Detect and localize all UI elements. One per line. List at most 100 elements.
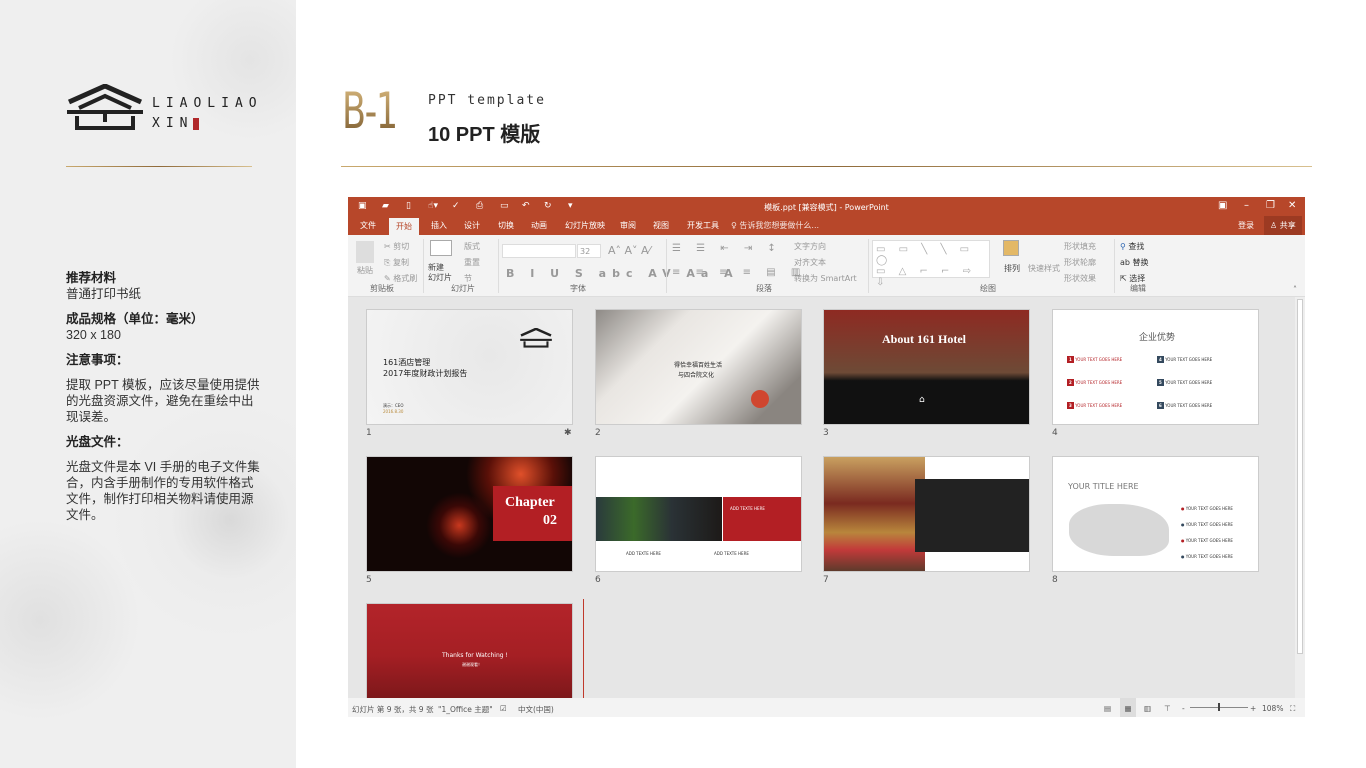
align-icons[interactable]: ≡ ≡ ≡ ≡ ▤ ▥ bbox=[672, 267, 806, 278]
material-title: 推荐材料 bbox=[66, 271, 117, 285]
ribbon: 粘贴 ✂ 剪切 ⎘ 复制 ✎ 格式刷 剪贴板 新建 幻灯片 版式 重置 节 幻灯… bbox=[348, 235, 1305, 297]
brand-name: LIAOLIAO XIN bbox=[152, 94, 263, 134]
slide-thumbnail-5[interactable]: Chapter 02 bbox=[366, 456, 573, 572]
copy-button[interactable]: ⎘ 复制 bbox=[384, 257, 409, 268]
slide-number: 2 bbox=[595, 428, 601, 438]
slide-photo bbox=[596, 497, 722, 541]
slide-thumbnail-8[interactable]: YOUR TITLE HERE ● YOUR TEXT GOES HERE ● … bbox=[1052, 456, 1259, 572]
tab-developer[interactable]: 开发工具 bbox=[687, 220, 719, 231]
slide-thumbnail-2[interactable]: 得恰幸福百姓生活 与四合院文化 bbox=[595, 309, 802, 425]
shape-outline-button[interactable]: 形状轮廓 bbox=[1064, 257, 1096, 268]
tab-view[interactable]: 视图 bbox=[653, 220, 669, 231]
slide-red-box bbox=[723, 497, 801, 541]
slide-subheading: ADD TEXTE HERE bbox=[714, 551, 749, 556]
slide-title: 企业优势 bbox=[1139, 333, 1176, 343]
fit-slide-icon[interactable]: ⛶ bbox=[1290, 704, 1295, 714]
zoom-out-icon[interactable]: - bbox=[1182, 704, 1185, 713]
zoom-level[interactable]: 108% bbox=[1262, 704, 1283, 713]
slide-sorter-view-icon[interactable]: ▦ bbox=[1120, 698, 1136, 717]
section-code: B-1 bbox=[342, 82, 398, 140]
zoom-in-icon[interactable]: + bbox=[1250, 704, 1256, 713]
slide-thumbnail-1[interactable]: 161酒店管理 2017年度财政计划报告 演示：CEO 2016.8.30 bbox=[366, 309, 573, 425]
quick-styles-button[interactable]: 快速样式 bbox=[1028, 263, 1060, 274]
ribbon-display-icon[interactable]: ▣ bbox=[1218, 200, 1227, 211]
format-painter-label: 格式刷 bbox=[393, 274, 418, 283]
tab-review[interactable]: 审阅 bbox=[620, 220, 636, 231]
paste-button[interactable]: 粘贴 bbox=[357, 265, 373, 276]
slide-thumbnail-7[interactable] bbox=[823, 456, 1030, 572]
tab-insert[interactable]: 插入 bbox=[431, 220, 447, 231]
group-clipboard: 剪贴板 bbox=[370, 284, 394, 293]
slide-thumbnail-6[interactable]: ADD TEXTE HERE ADD TEXTE HERE ADD TEXTE … bbox=[595, 456, 802, 572]
slide-title: 得恰幸福百姓生活 bbox=[674, 362, 723, 369]
tab-design[interactable]: 设计 bbox=[464, 220, 480, 231]
animation-star-icon: ✱ bbox=[564, 428, 572, 438]
slide-heading: ADD TEXTE HERE bbox=[730, 506, 765, 511]
brand-line-2: XIN bbox=[152, 116, 194, 131]
arrange-icon[interactable] bbox=[1003, 240, 1019, 256]
restore-icon[interactable]: ❐ bbox=[1266, 200, 1275, 211]
slide-thumbnail-9[interactable]: Thanks for Watching ! 谢谢观看！ bbox=[366, 603, 573, 698]
collapse-ribbon-icon[interactable]: ˄ bbox=[1293, 285, 1297, 294]
list-icons[interactable]: ☰ ☰ ⇤ ⇥ ↕ bbox=[672, 243, 782, 254]
pavilion-logo-icon bbox=[67, 84, 143, 130]
cut-button[interactable]: ✂ 剪切 bbox=[384, 241, 409, 252]
scrollbar-thumb[interactable] bbox=[1297, 299, 1303, 654]
slide-number: 6 bbox=[595, 575, 601, 585]
spellcheck-icon[interactable]: ☑ bbox=[500, 704, 507, 713]
normal-view-icon[interactable]: ▤ bbox=[1104, 704, 1111, 713]
reading-view-icon[interactable]: ▥ bbox=[1144, 704, 1151, 713]
slide-thumbnail-4[interactable]: 企业优势 1 YOUR TEXT GOES HERE 2 YOUR TEXT G… bbox=[1052, 309, 1259, 425]
font-size-icons[interactable]: A˄ A˅ A⁄ bbox=[608, 244, 650, 257]
header-divider bbox=[341, 166, 1312, 167]
vertical-scrollbar[interactable] bbox=[1295, 297, 1305, 698]
replace-button[interactable]: ab 替换 bbox=[1120, 257, 1149, 268]
slide-count: 幻灯片 第 9 张，共 9 张 bbox=[352, 705, 434, 714]
slideshow-view-icon[interactable]: ⊤ bbox=[1164, 704, 1171, 713]
left-panel: LIAOLIAO XIN 推荐材料 普通打印书纸 成品规格（单位：毫米） 320 x… bbox=[0, 0, 296, 768]
close-icon[interactable]: ✕ bbox=[1288, 200, 1296, 211]
tell-me-text: 告诉我您想要做什么... bbox=[739, 221, 820, 230]
slide-number: 5 bbox=[366, 575, 372, 585]
slide-number: 3 bbox=[823, 428, 829, 438]
notes-title: 注意事项： bbox=[66, 353, 129, 367]
find-button[interactable]: ⚲ 查找 bbox=[1120, 241, 1144, 252]
text-direction-button[interactable]: 文字方向 bbox=[794, 241, 826, 252]
tab-transitions[interactable]: 切换 bbox=[498, 220, 514, 231]
smartart-button[interactable]: 转换为 SmartArt bbox=[794, 273, 857, 284]
info-block: 推荐材料 普通打印书纸 成品规格（单位：毫米） 320 x 180 注意事项： 提取… bbox=[66, 270, 261, 532]
tab-slideshow[interactable]: 幻灯片放映 bbox=[565, 220, 605, 231]
tab-animations[interactable]: 动画 bbox=[531, 220, 547, 231]
font-size-input[interactable]: 32 bbox=[577, 244, 601, 258]
disc-text: 光盘文件是本 VI 手册的电子文件集合，内含手册制作的专用软件格式文件，制作打印… bbox=[66, 460, 260, 522]
map-legend-list: ● YOUR TEXT GOES HERE ● YOUR TEXT GOES H… bbox=[1181, 506, 1233, 559]
slide-title: About 161 Hotel bbox=[882, 332, 966, 346]
cut-label: 剪切 bbox=[393, 242, 410, 251]
tab-file[interactable]: 文件 bbox=[360, 220, 376, 231]
arrange-button[interactable]: 排列 bbox=[1004, 263, 1020, 274]
shape-effects-button[interactable]: 形状效果 bbox=[1064, 273, 1096, 284]
align-text-button[interactable]: 对齐文本 bbox=[794, 257, 826, 268]
login-button[interactable]: 登录 bbox=[1238, 220, 1254, 231]
shapes-gallery[interactable]: ▭ ▭ ╲ ╲ ▭ ◯ ▭ △ ⌐ ⌐ ⇨ ⇩ bbox=[872, 240, 990, 288]
paste-icon[interactable] bbox=[356, 241, 374, 263]
reset-button[interactable]: 重置 bbox=[464, 257, 480, 268]
tab-home[interactable]: 开始 bbox=[389, 218, 419, 235]
language[interactable]: 中文(中国) bbox=[518, 704, 554, 715]
slide-thumbnail-3[interactable]: About 161 Hotel ⌂ bbox=[823, 309, 1030, 425]
share-button[interactable]: ♙ 共享 bbox=[1264, 216, 1302, 235]
font-name-input[interactable] bbox=[502, 244, 576, 258]
title-bar: ▣ ▰ ▯ ☝▾ ✓ ⎙ ▭ ↶ ↻ ▾ 模板.ppt [兼容模式] - Pow… bbox=[348, 197, 1305, 216]
new-slide-icon[interactable] bbox=[430, 240, 452, 256]
zoom-slider-thumb[interactable] bbox=[1218, 703, 1220, 711]
group-paragraph: 段落 bbox=[756, 284, 772, 293]
slide-subtitle: 与四合院文化 bbox=[678, 372, 715, 379]
select-label: 选择 bbox=[1129, 274, 1146, 283]
shape-fill-button[interactable]: 形状填充 bbox=[1064, 241, 1096, 252]
layout-button[interactable]: 版式 bbox=[464, 241, 480, 252]
minimize-icon[interactable]: – bbox=[1244, 200, 1249, 211]
slide-photo bbox=[824, 457, 925, 571]
new-slide-button[interactable]: 新建 幻灯片 bbox=[428, 263, 452, 283]
tell-me-search[interactable]: ♀ 告诉我您想要做什么... bbox=[731, 220, 819, 231]
slide-chapter-number: 02 bbox=[543, 513, 557, 528]
